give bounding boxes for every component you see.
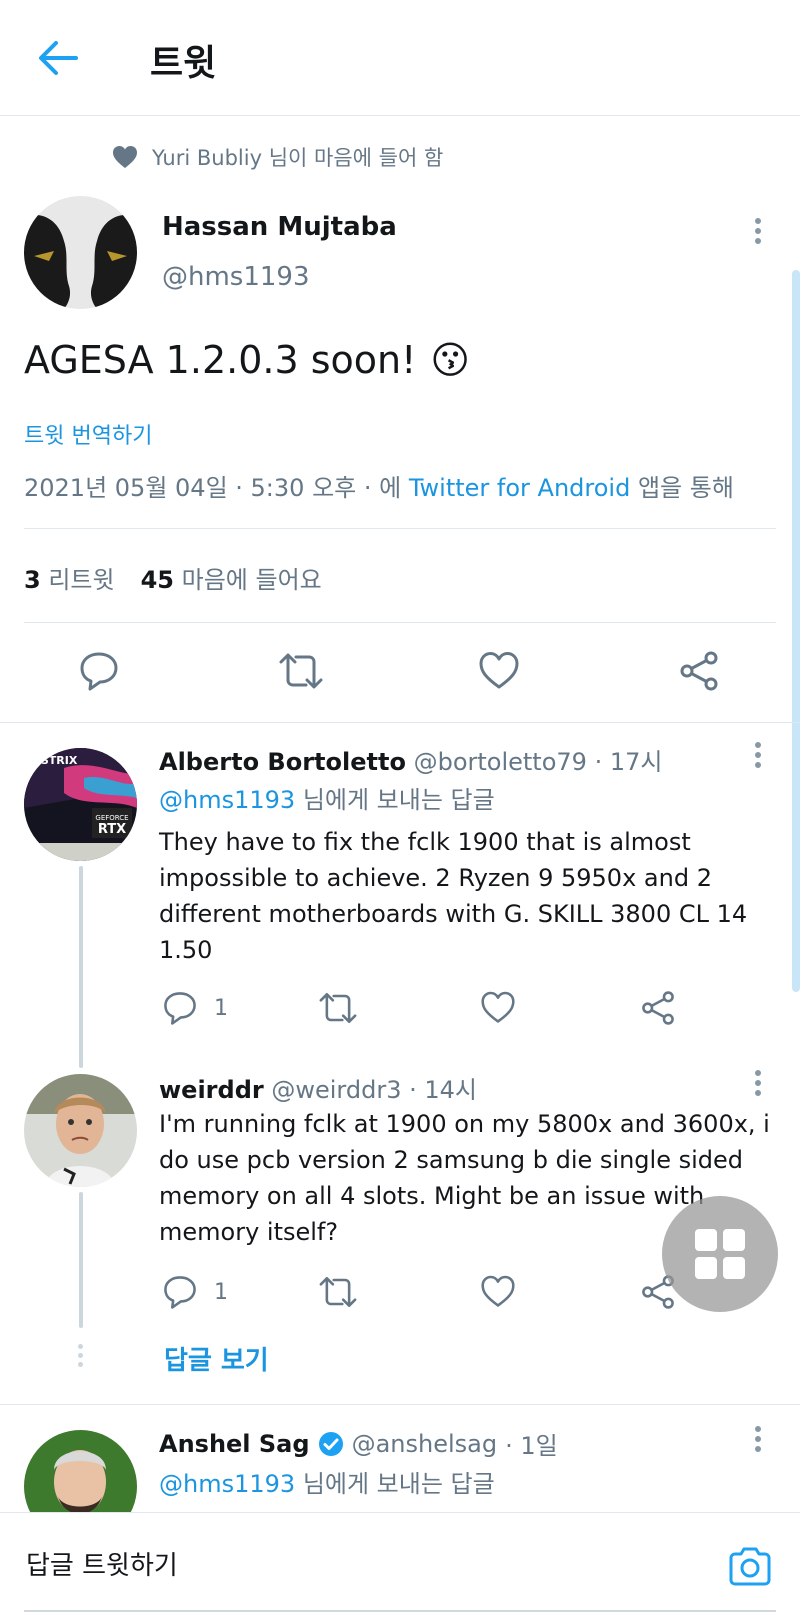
like-count: 45 [140,566,174,594]
svg-text:RTX: RTX [98,822,126,837]
svg-text:G STRIX: G STRIX [28,754,78,767]
likes-stat[interactable]: 45 마음에 들어요 [141,560,322,595]
reply-compose-bar: 답글 트윗하기 [0,1512,800,1619]
divider [24,622,776,623]
reply-button[interactable] [78,650,120,692]
author-handle[interactable]: @hms1193 [162,262,310,292]
share-button[interactable] [640,990,676,1026]
top-app-bar: 트윗 [0,0,800,116]
replying-to-suffix: 님에게 보내는 답글 [302,786,495,814]
share-button[interactable] [678,650,720,692]
social-context[interactable]: Yuri Bubliy 님이 마음에 들어 함 [112,142,443,172]
reply-time: · 14시 [409,1076,478,1104]
reply-time: · 1일 [505,1432,558,1460]
author-name[interactable]: Hassan Mujtaba [162,212,397,242]
scrollbar[interactable] [792,270,800,992]
svg-text:GEFORCE: GEFORCE [95,814,128,822]
reply-text: They have to fix the fclk 1900 that is a… [159,828,748,964]
reply-avatar[interactable]: GEFORCE RTX G STRIX [24,748,137,861]
quick-menu-button[interactable] [662,1196,778,1312]
tweet-timestamp-row: 2021년 05월 04일 · 5:30 오후 · 에 Twitter for … [24,468,734,503]
grid-square-icon [723,1257,745,1279]
engagement-stats: 3 리트윗 45 마음에 들어요 [24,560,322,595]
heart-icon [481,991,515,1023]
retweet-count: 3 [24,566,41,594]
back-button[interactable] [36,36,80,80]
like-button[interactable] [480,1274,516,1308]
more-options-button[interactable] [748,1422,768,1462]
thread-connector [79,866,83,1068]
reply-header: Anshel Sag @anshelsag · 1일 [159,1426,558,1461]
retweets-stat[interactable]: 3 리트윗 [24,560,115,595]
camera-icon [729,1547,771,1586]
reply-button[interactable]: 1 [162,990,228,1026]
translate-tweet-link[interactable]: 트윗 번역하기 [24,418,152,450]
retweet-button[interactable] [318,990,358,1026]
liked-by-text: Yuri Bubliy 님이 마음에 들어 함 [152,146,444,170]
reply-author-name[interactable]: weirddr [159,1076,264,1104]
retweet-icon [279,653,323,689]
reply-button[interactable]: 1 [162,1274,228,1310]
input-underline [24,1610,776,1612]
reply-count: 1 [214,1279,228,1305]
grid-square-icon [695,1229,717,1251]
replying-to: @hms1193 님에게 보내는 답글 [159,780,495,815]
verified-badge-icon [318,1431,343,1456]
tweet-text: AGESA 1.2.0.3 soon! [24,338,417,382]
camera-button[interactable] [726,1543,774,1591]
more-options-button[interactable] [748,1066,768,1106]
tweet-source-suffix: 앱을 통해 [637,474,734,502]
retweet-label: 리트윗 [48,566,115,594]
share-icon [680,651,718,691]
thread-connector [79,1192,83,1328]
tweet-text-row: AGESA 1.2.0.3 soon! 😗 [24,338,470,382]
reply-author-name[interactable]: Alberto Bortoletto [159,748,406,776]
emoji-kissing: 😗 [430,338,470,382]
share-icon [642,991,674,1025]
reply-header: Alberto Bortoletto @bortoletto79 · 17시 [159,742,662,777]
arrow-left-icon [39,41,78,75]
replying-to-handle[interactable]: @hms1193 [159,1470,295,1498]
section-divider [0,1404,800,1405]
retweet-button[interactable] [318,1274,358,1310]
heart-icon [479,652,519,689]
reply-avatar[interactable] [24,1074,137,1187]
grid-square-icon [723,1229,745,1251]
thread-ellipsis [78,1344,84,1367]
divider [24,528,776,529]
replying-to-handle[interactable]: @hms1193 [159,786,295,814]
reply-header: weirddr @weirddr3 · 14시 [159,1070,477,1105]
heart-icon [481,1275,515,1307]
heart-filled-icon [113,146,137,168]
more-options-button[interactable] [748,214,768,254]
page-title: 트윗 [150,43,217,84]
like-button[interactable] [478,650,520,690]
replying-to-suffix: 님에게 보내는 답글 [302,1470,495,1498]
like-button[interactable] [480,990,516,1024]
reply-time: · 17시 [594,748,663,776]
author-avatar[interactable] [24,196,137,309]
comment-icon [164,992,196,1025]
reply-input[interactable]: 답글 트윗하기 [26,1545,666,1582]
replying-to: @hms1193 님에게 보내는 답글 [159,1464,495,1499]
reply-author-handle[interactable]: @anshelsag [352,1430,498,1458]
reply-author-handle[interactable]: @weirddr3 [271,1076,401,1104]
reply-author-name[interactable]: Anshel Sag [159,1430,310,1458]
tweet-source-link[interactable]: Twitter for Android [409,474,630,502]
grid-square-icon [695,1257,717,1279]
more-options-button[interactable] [748,738,768,778]
tweet-timestamp: 2021년 05월 04일 · 5:30 오후 · 에 [24,474,402,502]
comment-icon [80,652,118,691]
retweet-icon [319,993,357,1023]
show-replies-link[interactable]: 답글 보기 [164,1340,269,1377]
like-label: 마음에 들어요 [181,566,322,594]
reply-author-handle[interactable]: @bortoletto79 [414,748,587,776]
section-divider [0,722,800,723]
retweet-button[interactable] [278,650,324,692]
comment-icon [164,1276,196,1309]
retweet-icon [319,1277,357,1307]
reply-count: 1 [214,995,228,1021]
